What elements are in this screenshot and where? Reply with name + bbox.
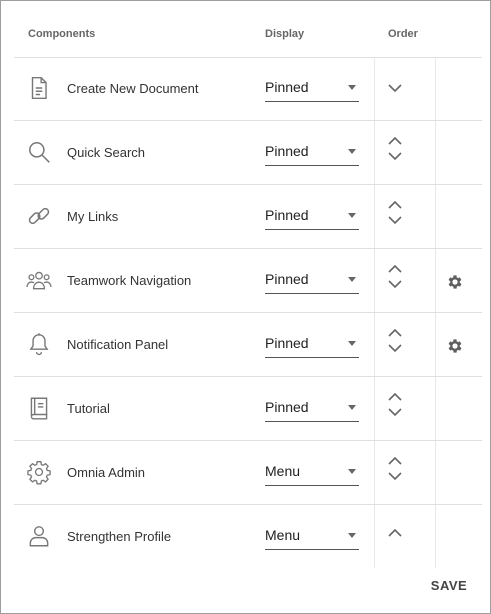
components-column-header: Components (28, 28, 96, 40)
component-row-omnia-admin: Omnia Admin Menu (14, 441, 482, 505)
move-down-chevron-icon[interactable] (387, 470, 403, 482)
order-controls (374, 313, 436, 376)
display-select-value: Pinned (265, 399, 309, 415)
move-down-chevron-icon[interactable] (387, 214, 403, 226)
order-controls (374, 185, 436, 248)
component-row-create-new-document: Create New Document Pinned (14, 57, 482, 121)
component-label: Quick Search (67, 145, 146, 160)
move-down-chevron-icon[interactable] (387, 150, 403, 162)
component-label: Create New Document (67, 81, 199, 96)
display-select-value: Pinned (265, 271, 309, 287)
move-down-chevron-icon[interactable] (387, 406, 403, 418)
dropdown-arrow-icon (348, 341, 356, 346)
display-select[interactable]: Pinned (265, 203, 359, 230)
component-row-my-links: My Links Pinned (14, 185, 482, 249)
display-select-value: Menu (265, 527, 301, 543)
settings-gear-icon[interactable] (446, 337, 464, 355)
component-label: Notification Panel (67, 337, 169, 352)
person-icon (26, 523, 52, 549)
display-select-value: Pinned (265, 79, 309, 95)
dropdown-arrow-icon (348, 213, 356, 218)
settings-gear-icon[interactable] (446, 273, 464, 291)
move-down-chevron-icon[interactable] (387, 342, 403, 354)
display-column-header: Display (265, 28, 305, 40)
order-column-header: Order (388, 28, 418, 40)
component-row-strengthen-profile: Strengthen Profile Menu (14, 505, 482, 568)
display-select-value: Pinned (265, 335, 309, 351)
display-select[interactable]: Menu (265, 459, 359, 486)
book-icon (26, 395, 52, 421)
document-icon (26, 75, 52, 101)
component-row-teamwork-navigation: Teamwork Navigation Pinned (14, 249, 482, 313)
display-select[interactable]: Menu (265, 523, 359, 550)
display-select[interactable]: Pinned (265, 331, 359, 358)
people-icon (26, 267, 52, 293)
move-up-chevron-icon[interactable] (387, 199, 403, 211)
display-select[interactable]: Pinned (265, 139, 359, 166)
save-button[interactable]: SAVE (425, 576, 473, 596)
display-select[interactable]: Pinned (265, 75, 359, 102)
move-up-chevron-icon[interactable] (387, 327, 403, 339)
move-up-chevron-icon[interactable] (387, 391, 403, 403)
dropdown-arrow-icon (348, 533, 356, 538)
display-select-value: Pinned (265, 207, 309, 223)
move-down-chevron-icon[interactable] (387, 82, 403, 94)
display-select-value: Pinned (265, 143, 309, 159)
move-up-chevron-icon[interactable] (387, 135, 403, 147)
order-controls (374, 121, 436, 184)
dropdown-arrow-icon (348, 277, 356, 282)
order-controls (374, 377, 436, 440)
component-label: My Links (67, 209, 119, 224)
order-controls (374, 505, 436, 568)
component-label: Teamwork Navigation (67, 273, 192, 288)
order-controls (374, 57, 436, 120)
component-label: Omnia Admin (67, 465, 146, 480)
move-up-chevron-icon[interactable] (387, 263, 403, 275)
component-row-quick-search: Quick Search Pinned (14, 121, 482, 185)
component-settings-panel: Components Display Order Create New Docu… (0, 0, 491, 614)
dropdown-arrow-icon (348, 149, 356, 154)
search-icon (26, 139, 52, 165)
display-select[interactable]: Pinned (265, 395, 359, 422)
display-select-value: Menu (265, 463, 301, 479)
component-label: Strengthen Profile (67, 529, 172, 544)
bell-icon (26, 331, 52, 357)
table-header: Components Display Order (14, 1, 482, 58)
order-controls (374, 441, 436, 504)
dropdown-arrow-icon (348, 85, 356, 90)
component-row-tutorial: Tutorial Pinned (14, 377, 482, 441)
move-up-chevron-icon[interactable] (387, 455, 403, 467)
component-label: Tutorial (67, 401, 110, 416)
component-row-notification-panel: Notification Panel Pinned (14, 313, 482, 377)
dropdown-arrow-icon (348, 405, 356, 410)
order-controls (374, 249, 436, 312)
gear-outline-icon (26, 459, 52, 485)
move-down-chevron-icon[interactable] (387, 278, 403, 290)
dropdown-arrow-icon (348, 469, 356, 474)
move-up-chevron-icon[interactable] (387, 527, 403, 539)
display-select[interactable]: Pinned (265, 267, 359, 294)
link-icon (26, 203, 52, 229)
